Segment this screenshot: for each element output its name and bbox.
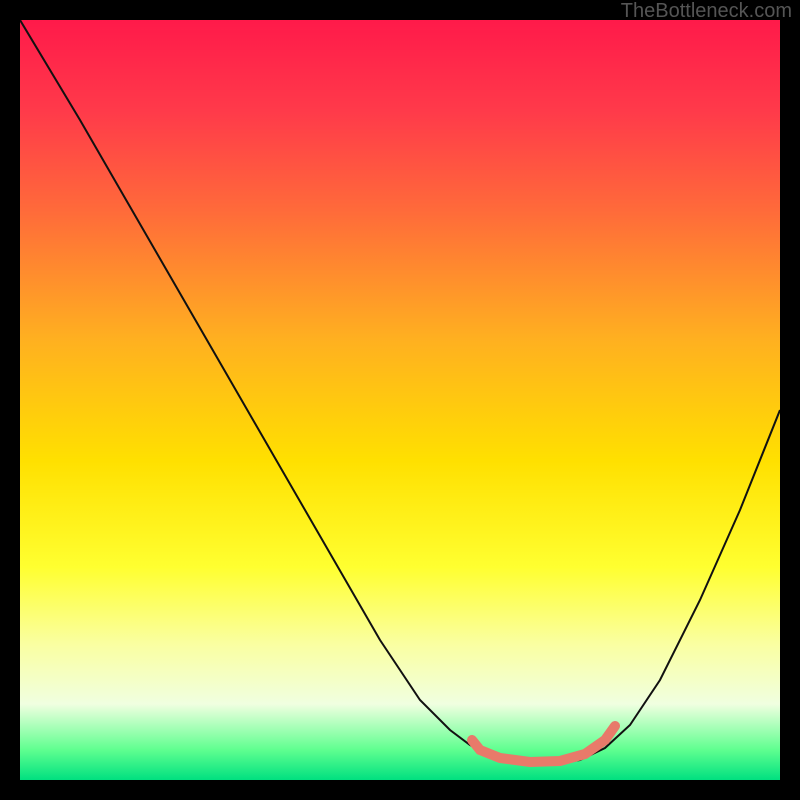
curve-path [20,20,780,764]
optimal-range-marker [472,726,615,762]
chart-plot-area [20,20,780,780]
watermark-text: TheBottleneck.com [621,0,792,23]
bottleneck-curve [20,20,780,780]
